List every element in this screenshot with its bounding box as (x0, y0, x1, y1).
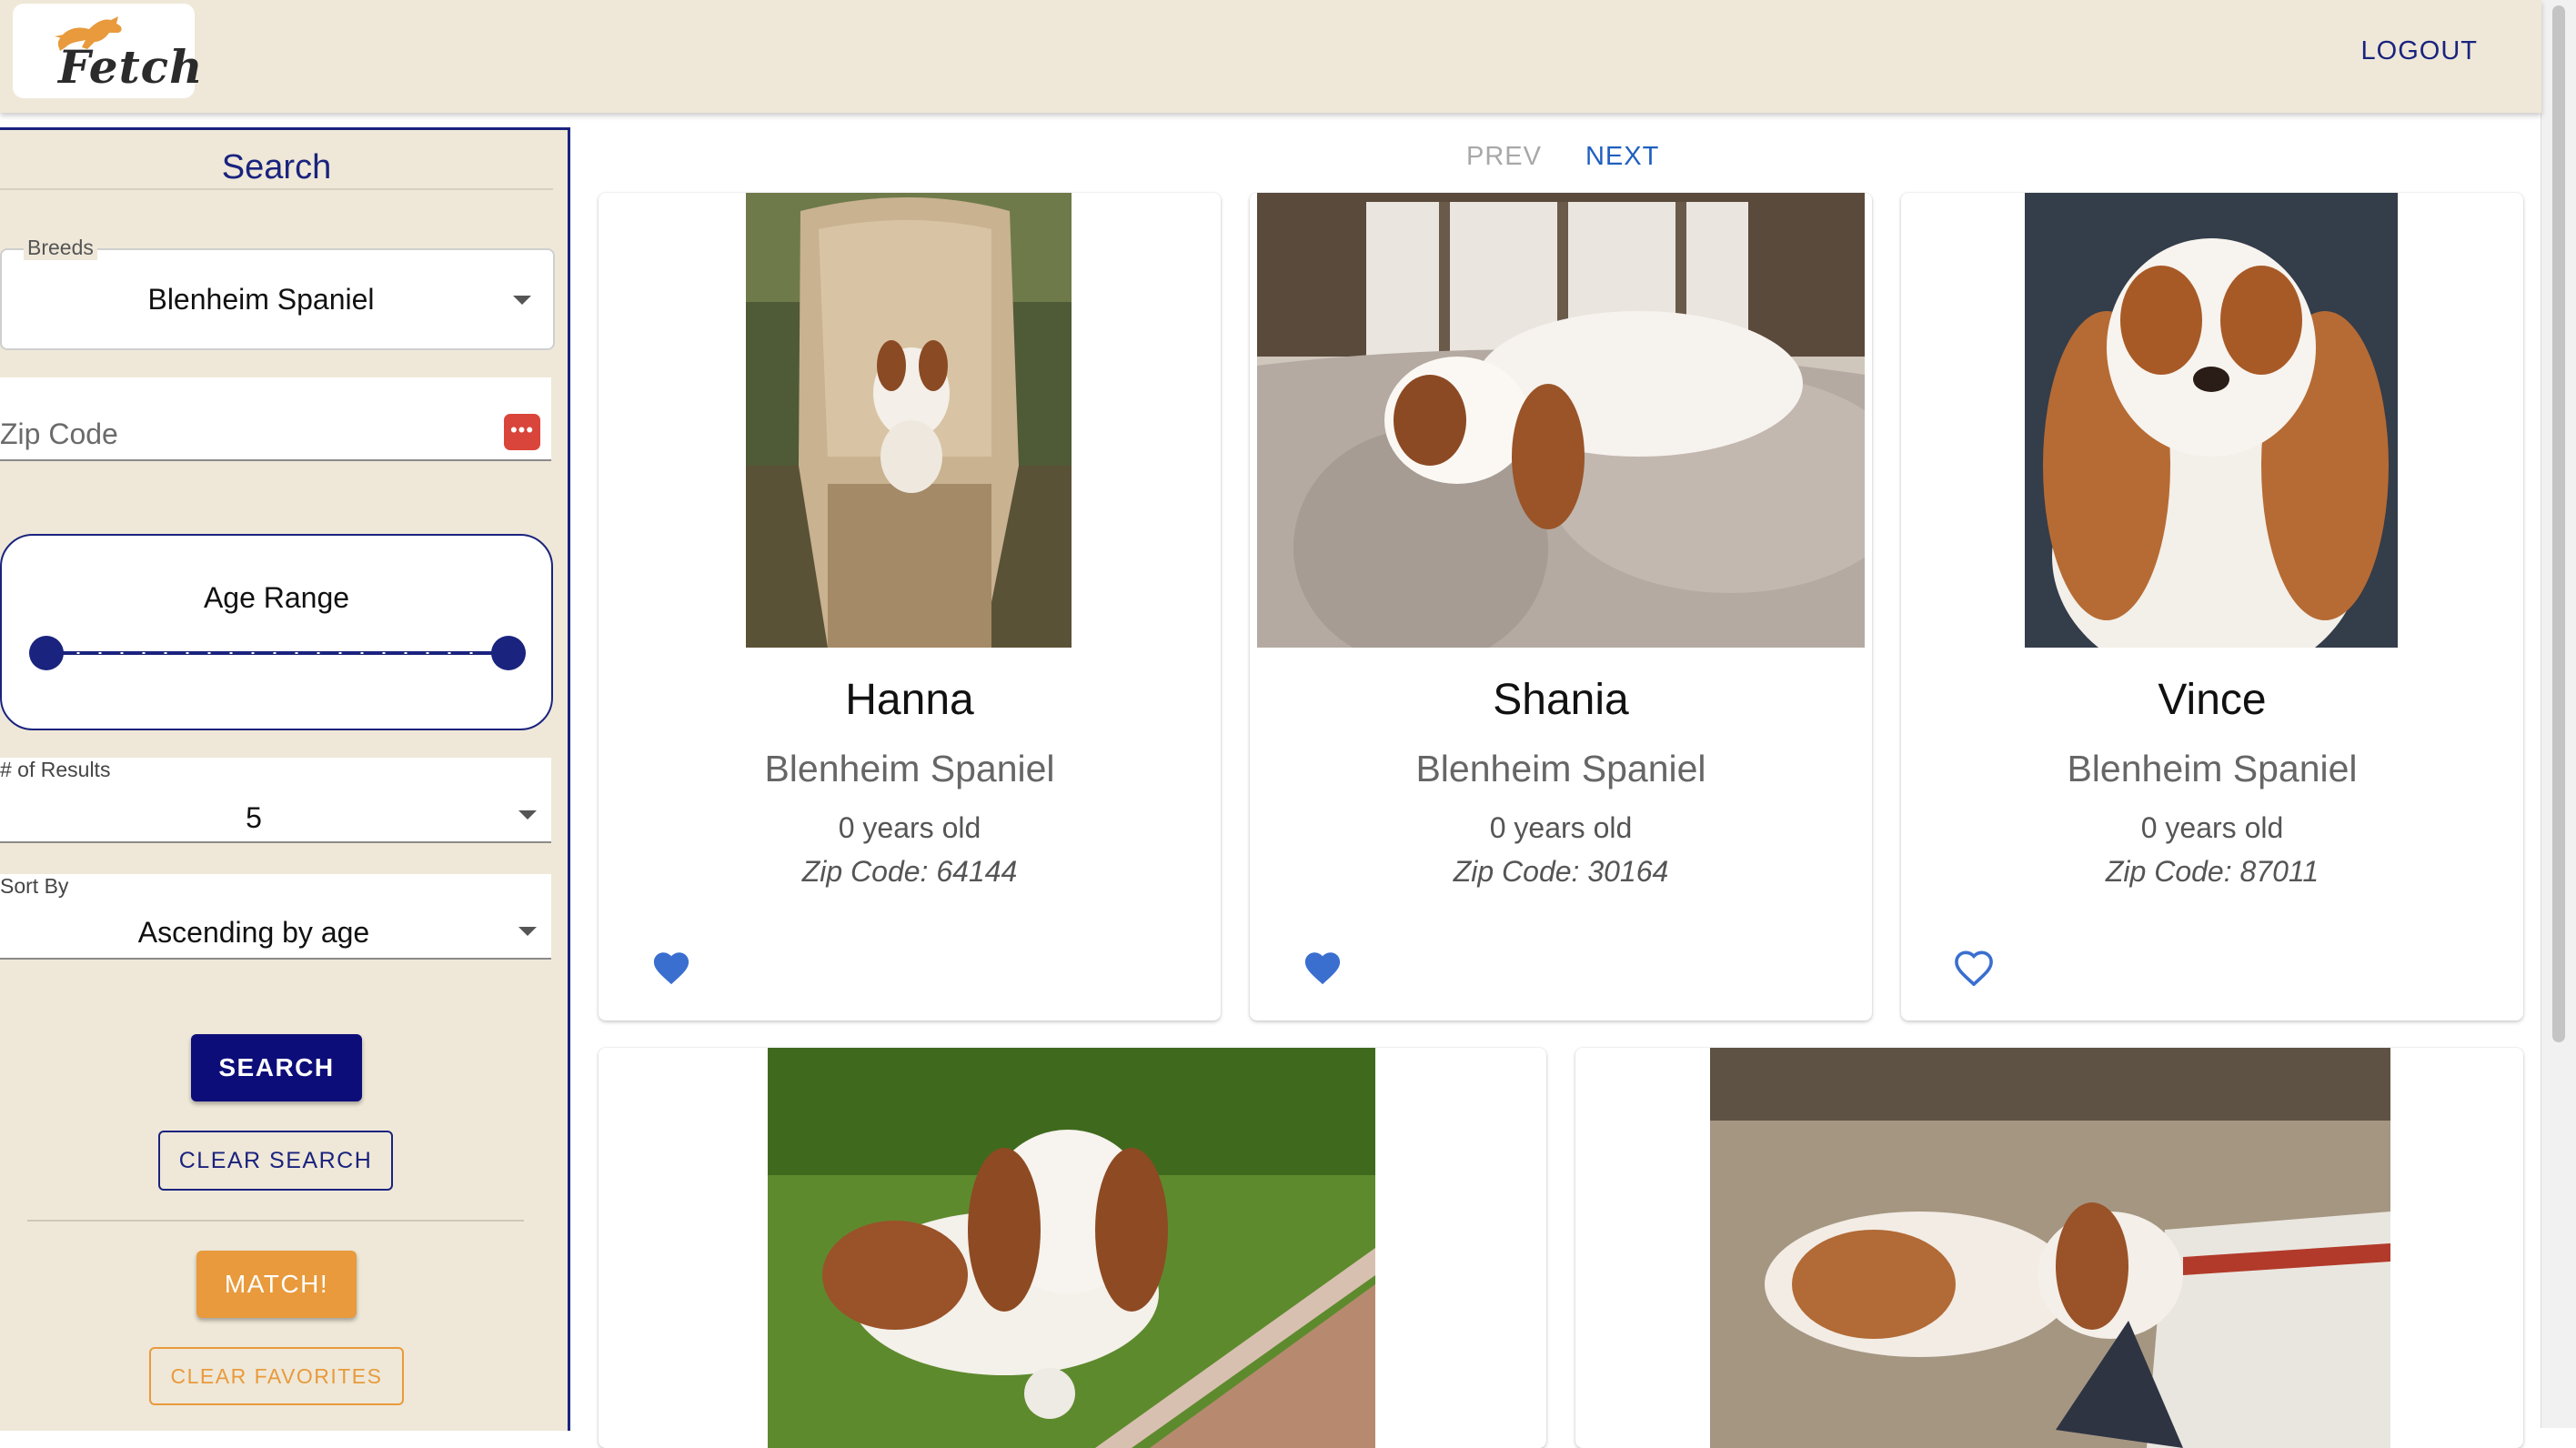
page-scrollbar[interactable] (2541, 0, 2576, 1428)
age-min-thumb[interactable] (29, 636, 64, 670)
clear-search-button[interactable]: CLEAR SEARCH (158, 1131, 393, 1191)
dog-name: Hanna (845, 676, 974, 724)
prev-page-button[interactable]: PREV (1466, 142, 1542, 171)
top-app-bar: Fetch LOGOUT (0, 0, 2541, 113)
dog-zip-code: Zip Code: 30164 (1453, 855, 1669, 888)
heart-filled-icon[interactable] (1303, 950, 1343, 986)
title-divider (0, 188, 553, 190)
age-max-thumb[interactable] (491, 636, 526, 670)
dog-photo (746, 193, 1072, 648)
age-range-label: Age Range (203, 581, 350, 614)
chevron-down-icon (518, 927, 537, 936)
dog-name: Shania (1493, 676, 1629, 724)
next-page-button[interactable]: NEXT (1585, 142, 1659, 171)
sidebar-title: Search (221, 148, 332, 186)
dog-card: Vince Blenheim Spaniel 0 years old Zip C… (1901, 193, 2523, 1021)
fetch-logo[interactable]: Fetch (13, 4, 202, 98)
dog-card (1575, 1048, 2523, 1448)
dog-zip-code: Zip Code: 64144 (801, 855, 1018, 888)
dog-photo (768, 1048, 1375, 1448)
match-button[interactable]: MATCH! (196, 1251, 357, 1318)
results-count-label: # of Results (0, 758, 111, 781)
zip-code-input[interactable]: Zip Code ••• (0, 377, 551, 461)
search-sidebar: Search Breeds Blenheim Spaniel Zip Code … (0, 127, 570, 1431)
heart-filled-icon[interactable] (651, 950, 691, 986)
chevron-down-icon (518, 810, 537, 820)
dog-age: 0 years old (838, 811, 981, 844)
dog-photo (2025, 193, 2398, 648)
dog-age: 0 years old (2140, 811, 2284, 844)
sort-by-label: Sort By (0, 874, 69, 898)
dog-photo (1710, 1048, 2390, 1448)
sort-by-value: Ascending by age (137, 916, 370, 949)
heart-outline-icon[interactable] (1954, 950, 1994, 986)
age-range-ticks (45, 652, 509, 654)
scrollbar-thumb[interactable] (2552, 5, 2565, 1042)
dog-breed: Blenheim Spaniel (1415, 748, 1706, 789)
dog-breed: Blenheim Spaniel (2067, 748, 2358, 789)
breeds-value: Blenheim Spaniel (147, 283, 375, 316)
age-range-panel: Age Range (0, 534, 553, 730)
search-button[interactable]: SEARCH (191, 1034, 362, 1101)
dog-name: Vince (2158, 676, 2267, 724)
sort-by-select[interactable]: Sort By Ascending by age (0, 874, 551, 960)
breeds-label: Breeds (24, 236, 97, 260)
zip-code-placeholder: Zip Code (0, 417, 118, 450)
password-manager-icon[interactable]: ••• (504, 414, 540, 450)
chevron-down-icon (513, 296, 531, 305)
dog-card: Hanna Blenheim Spaniel 0 years old Zip C… (599, 193, 1221, 1021)
dog-breed: Blenheim Spaniel (764, 748, 1055, 789)
clear-favorites-button[interactable]: CLEAR FAVORITES (149, 1347, 404, 1405)
pagination: PREV NEXT (1466, 142, 1703, 172)
results-count-select[interactable]: # of Results 5 (0, 758, 551, 843)
sidebar-divider (27, 1220, 524, 1222)
dog-zip-code: Zip Code: 87011 (2105, 855, 2319, 888)
dog-photo (1257, 193, 1865, 648)
breeds-select[interactable]: Breeds Blenheim Spaniel (0, 236, 555, 350)
dog-card (599, 1048, 1546, 1448)
logout-button[interactable]: LOGOUT (2361, 36, 2478, 66)
dog-age: 0 years old (1489, 811, 1633, 844)
dog-card: Shania Blenheim Spaniel 0 years old Zip … (1250, 193, 1872, 1021)
logo-text: Fetch (58, 40, 204, 94)
results-count-value: 5 (246, 801, 262, 834)
